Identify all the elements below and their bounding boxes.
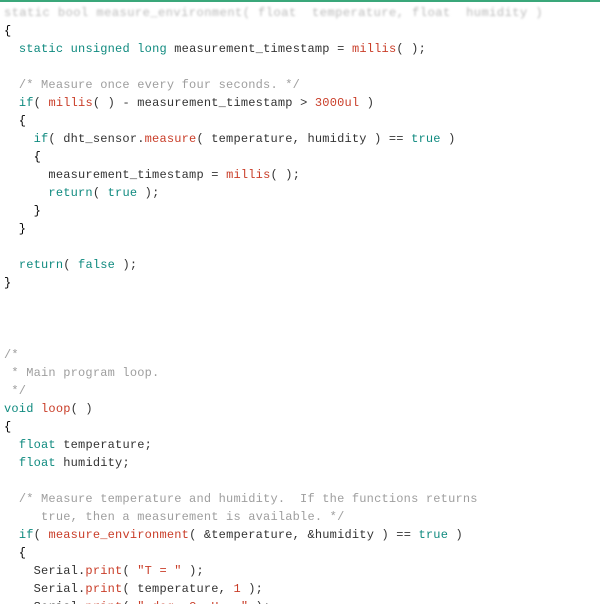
code-line: */ <box>4 384 26 398</box>
code-line: float temperature; <box>4 438 152 452</box>
code-line: /* Measure temperature and humidity. If … <box>4 492 478 506</box>
code-line: void loop( ) <box>4 402 93 416</box>
code-line: } <box>4 276 11 290</box>
code-line: Serial.print( temperature, 1 ); <box>4 582 263 596</box>
code-line: { <box>4 150 41 164</box>
code-line: if( millis( ) - measurement_timestamp > … <box>4 96 374 110</box>
code-line: } <box>4 222 26 236</box>
code-line: return( true ); <box>4 186 159 200</box>
code-line: /* Measure once every four seconds. */ <box>4 78 300 92</box>
code-line: } <box>4 204 41 218</box>
code-line: Serial.print( "T = " ); <box>4 564 204 578</box>
code-line: return( false ); <box>4 258 137 272</box>
code-line: /* <box>4 348 19 362</box>
code-line: static unsigned long measurement_timesta… <box>4 42 426 56</box>
code-line: { <box>4 420 11 434</box>
code-block: static bool measure_environment( float t… <box>0 2 600 604</box>
code-line: { <box>4 114 26 128</box>
code-line: * Main program loop. <box>4 366 159 380</box>
code-line: true, then a measurement is available. *… <box>4 510 344 524</box>
code-line: static bool measure_environment( float t… <box>4 6 543 20</box>
code-line: if( measure_environment( &temperature, &… <box>4 528 463 542</box>
code-line: if( dht_sensor.measure( temperature, hum… <box>4 132 456 146</box>
code-line: float humidity; <box>4 456 130 470</box>
code-line: measurement_timestamp = millis( ); <box>4 168 300 182</box>
code-line: Serial.print( " deg. C, H = " ); <box>4 600 271 604</box>
code-line: { <box>4 546 26 560</box>
code-line: { <box>4 24 11 38</box>
